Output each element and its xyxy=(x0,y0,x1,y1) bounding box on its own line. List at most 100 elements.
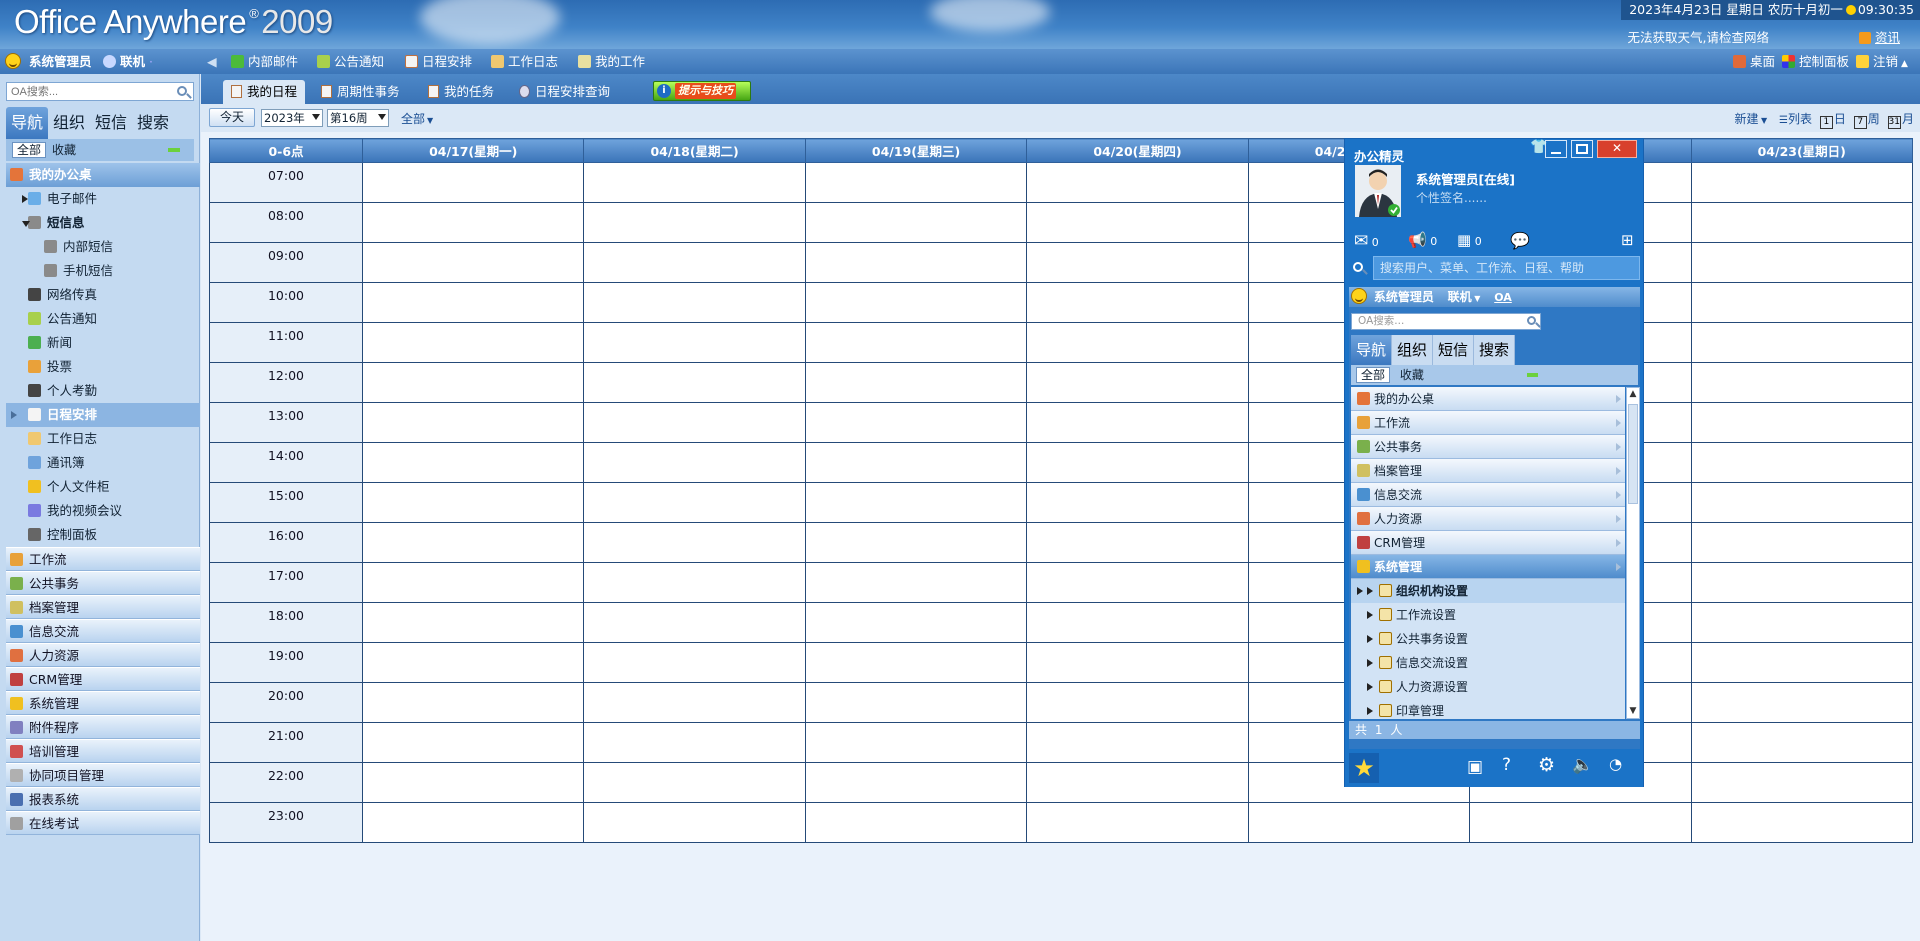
sidebar-item[interactable]: 控制面板 xyxy=(6,523,200,547)
filter-all-dropdown[interactable]: 全部 ▼ xyxy=(401,110,433,127)
spirit-search-input[interactable]: 搜索用户、菜单、工作流、日程、帮助 xyxy=(1373,256,1640,280)
menu-scroll-left-icon[interactable]: ◀ xyxy=(207,49,217,74)
spirit-sub-item[interactable]: 印章管理 xyxy=(1351,699,1625,719)
fav-label[interactable]: 收藏 xyxy=(52,142,76,158)
calendar-slot[interactable] xyxy=(361,682,585,723)
calendar-slot[interactable] xyxy=(1690,322,1914,363)
scroll-down-icon[interactable]: ▼ xyxy=(1627,706,1639,716)
calendar-slot[interactable] xyxy=(1026,762,1249,803)
maximize-button[interactable] xyxy=(1571,140,1593,158)
minimize-button[interactable] xyxy=(1545,140,1567,158)
sidebar-item[interactable]: 个人文件柜 xyxy=(6,475,200,499)
calendar-slot[interactable] xyxy=(804,522,1028,563)
calendar-slot[interactable] xyxy=(804,682,1028,723)
spirit-menu-item[interactable]: 系统管理 xyxy=(1351,555,1625,579)
calendar-slot[interactable] xyxy=(804,242,1028,283)
calendar-slot[interactable] xyxy=(1690,482,1914,523)
calendar-slot[interactable] xyxy=(1026,482,1249,523)
menu-item-worklog[interactable]: 工作日志 xyxy=(491,49,558,74)
spirit-notice[interactable]: 📢 0 xyxy=(1408,231,1437,249)
calendar-slot[interactable] xyxy=(804,482,1028,523)
help-icon[interactable]: ? xyxy=(1502,755,1511,775)
calendar-slot[interactable] xyxy=(1690,722,1914,763)
spirit-scrollbar[interactable]: ▲ ▼ xyxy=(1626,387,1640,719)
calendar-slot[interactable] xyxy=(804,642,1028,683)
org-tree-icon[interactable]: ⊞ xyxy=(1621,231,1634,249)
calendar-slot[interactable] xyxy=(1690,442,1914,483)
expand-right-icon[interactable] xyxy=(1367,635,1373,643)
expand-right-icon[interactable] xyxy=(11,411,17,419)
tips-button[interactable]: i 提示与技巧 xyxy=(653,81,751,101)
spirit-sub-item[interactable]: 信息交流设置 xyxy=(1351,651,1625,675)
sidebar-category[interactable]: 附件程序 xyxy=(6,715,200,739)
desktop-button[interactable]: 桌面 xyxy=(1733,49,1775,74)
calendar-slot[interactable] xyxy=(1026,202,1249,243)
calendar-slot[interactable] xyxy=(583,402,806,443)
spirit-user-name[interactable]: 系统管理员[在线] xyxy=(1416,169,1515,188)
spirit-sub-item[interactable]: 组织机构设置 xyxy=(1351,579,1625,603)
sidebar-category[interactable]: 档案管理 xyxy=(6,595,200,619)
spirit-tab-search[interactable]: 搜索 xyxy=(1474,335,1516,365)
day-header[interactable]: 04/19(星期三) xyxy=(804,138,1028,163)
calendar-slot[interactable] xyxy=(804,762,1028,803)
collapse-up-icon[interactable]: ▲ xyxy=(1901,59,1908,69)
spirit-menu-item[interactable]: CRM管理 xyxy=(1351,531,1625,555)
calendar-slot[interactable] xyxy=(1690,802,1914,843)
minus-icon[interactable] xyxy=(1527,373,1538,377)
spirit-tab-sms[interactable]: 短信 xyxy=(1433,335,1475,365)
menu-item-schedule[interactable]: 日程安排 xyxy=(405,49,472,74)
tab-org[interactable]: 组织 xyxy=(48,107,90,139)
day-header[interactable]: 04/20(星期四) xyxy=(1026,138,1249,163)
calendar-slot[interactable] xyxy=(804,562,1028,603)
today-button[interactable]: 今天 xyxy=(209,108,255,127)
calendar-slot[interactable] xyxy=(361,362,585,403)
chevron-down-icon[interactable]: ▼ xyxy=(1472,294,1480,303)
sidebar-category[interactable]: 系统管理 xyxy=(6,691,200,715)
calendar-slot[interactable] xyxy=(583,442,806,483)
calendar-slot[interactable] xyxy=(583,642,806,683)
calendar-slot[interactable] xyxy=(1026,802,1249,843)
tab-search[interactable]: 搜索 xyxy=(132,107,174,139)
calendar-slot[interactable] xyxy=(361,762,585,803)
spirit-menu-item[interactable]: 档案管理 xyxy=(1351,459,1625,483)
close-button[interactable]: ✕ xyxy=(1597,140,1637,158)
spirit-menu-item[interactable]: 我的办公桌 xyxy=(1351,387,1625,411)
spirit-sub-item[interactable]: 公共事务设置 xyxy=(1351,627,1625,651)
scroll-up-icon[interactable]: ▲ xyxy=(1627,388,1639,400)
spirit-menu-item[interactable]: 工作流 xyxy=(1351,411,1625,435)
calendar-slot[interactable] xyxy=(1026,402,1249,443)
calendar-slot[interactable] xyxy=(583,162,806,203)
tab-sms[interactable]: 短信 xyxy=(90,107,132,139)
spirit-mail[interactable]: ✉ 0 xyxy=(1354,231,1379,251)
calendar-slot[interactable] xyxy=(1026,442,1249,483)
calendar-slot[interactable] xyxy=(1026,322,1249,363)
calendar-slot[interactable] xyxy=(583,802,806,843)
spirit-tab-nav[interactable]: 导航 xyxy=(1351,335,1393,365)
calendar-slot[interactable] xyxy=(583,682,806,723)
sidebar-category[interactable]: 报表系统 xyxy=(6,787,200,811)
week-select[interactable]: 第16周 xyxy=(327,109,389,127)
calendar-slot[interactable] xyxy=(361,602,585,643)
oa-search-input[interactable] xyxy=(7,83,172,100)
expand-right-icon[interactable] xyxy=(1367,659,1373,667)
card-icon[interactable]: ▣ xyxy=(1467,757,1483,777)
im-icon[interactable]: ◔ xyxy=(1609,755,1622,773)
spirit-sub-item[interactable]: 人力资源设置 xyxy=(1351,675,1625,699)
menu-item-mail[interactable]: 内部邮件 xyxy=(231,49,298,74)
sidebar-item[interactable]: 日程安排 xyxy=(6,403,200,427)
chat-icon[interactable]: 💬 xyxy=(1510,231,1530,250)
bar-user-name[interactable]: 系统管理员 xyxy=(1374,290,1434,304)
sidebar-category[interactable]: 在线考试 xyxy=(6,811,200,835)
sidebar-category[interactable]: 培训管理 xyxy=(6,739,200,763)
calendar-slot[interactable] xyxy=(583,602,806,643)
logout-button[interactable]: 注销 ▲ xyxy=(1856,49,1908,74)
minus-icon[interactable] xyxy=(168,148,180,152)
calendar-slot[interactable] xyxy=(583,282,806,323)
sidebar-item[interactable]: 网络传真 xyxy=(6,283,200,307)
calendar-slot[interactable] xyxy=(804,362,1028,403)
calendar-slot[interactable] xyxy=(583,562,806,603)
sidebar-item[interactable]: 通讯簿 xyxy=(6,451,200,475)
bar-oa-link[interactable]: OA xyxy=(1494,291,1512,304)
sidebar-item[interactable]: 电子邮件 xyxy=(6,187,200,211)
calendar-slot[interactable] xyxy=(361,282,585,323)
